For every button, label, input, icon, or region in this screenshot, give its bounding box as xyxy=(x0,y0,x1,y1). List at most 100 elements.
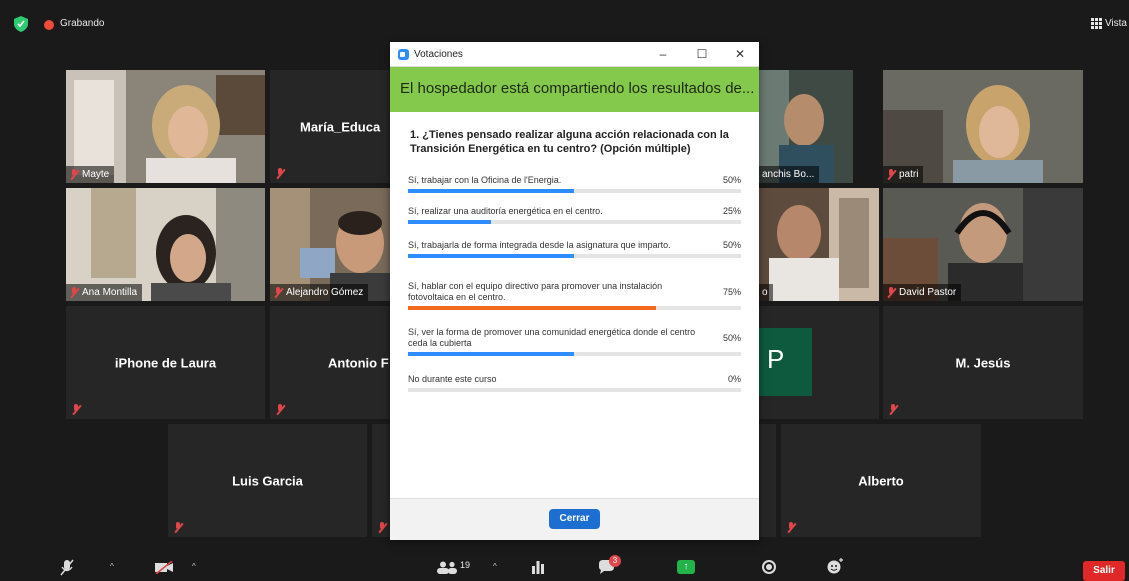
video-tile-luis[interactable]: Luis Garcia xyxy=(168,424,367,537)
minimize-icon[interactable]: – xyxy=(652,45,674,63)
poll-option-percent: 75% xyxy=(722,287,741,297)
zoom-logo-icon xyxy=(398,49,409,60)
encryption-shield-icon[interactable] xyxy=(14,16,28,32)
participants-caret-icon[interactable]: ^ xyxy=(493,562,497,571)
poll-option: Sí, hablar con el equipo directivo para … xyxy=(408,281,741,310)
poll-question: 1. ¿Tienes pensado realizar alguna acció… xyxy=(410,129,729,155)
leave-meeting-button[interactable]: Salir xyxy=(1083,561,1125,581)
poll-option-percent: 0% xyxy=(727,374,741,384)
poll-option: No durante este curso 0% xyxy=(408,374,741,392)
poll-option: Sí, trabajar con la Oficina de l'Energia… xyxy=(408,175,741,193)
poll-option-text: Sí, trabajar con la Oficina de l'Energia… xyxy=(408,175,562,185)
mic-muted-icon xyxy=(173,522,183,533)
audio-options-caret-icon[interactable]: ^ xyxy=(110,562,114,571)
participants-icon[interactable] xyxy=(436,561,458,574)
poll-option-percent: 50% xyxy=(722,240,741,250)
video-tile-p[interactable]: P xyxy=(759,306,879,419)
poll-result-bar-track xyxy=(408,189,741,193)
participant-name-label: Mayte xyxy=(66,166,115,183)
poll-option-percent: 50% xyxy=(722,175,741,185)
poll-option-percent: 25% xyxy=(722,206,741,216)
close-poll-button[interactable]: Cerrar xyxy=(549,509,600,529)
poll-result-bar-fill xyxy=(408,220,491,224)
video-tile-antonio[interactable]: Antonio F xyxy=(270,306,390,419)
video-tile-sanchis[interactable]: anchis Bo... xyxy=(759,70,853,183)
recording-icon xyxy=(44,20,54,30)
chat-badge: 3 xyxy=(609,555,621,567)
mic-muted-icon xyxy=(275,404,285,415)
mic-muted-icon xyxy=(275,168,285,179)
participant-name-label: anchis Bo... xyxy=(759,166,820,183)
stop-video-icon[interactable] xyxy=(154,561,174,574)
poll-option-text: Sí, ver la forma de promover una comunid… xyxy=(408,327,696,348)
mic-muted-icon xyxy=(786,522,796,533)
mute-mic-icon[interactable] xyxy=(60,559,74,576)
poll-option-text: Sí, trabajarla de forma integrada desde … xyxy=(408,240,671,250)
poll-result-bar-fill xyxy=(408,189,574,193)
mic-muted-icon xyxy=(886,287,896,298)
participant-name-label: Alberto xyxy=(858,473,904,488)
poll-option: Sí, ver la forma de promover una comunid… xyxy=(408,327,741,356)
participant-name-label: Antonio F xyxy=(328,355,389,370)
record-icon[interactable] xyxy=(762,560,776,574)
participant-name-label: Ana Montilla xyxy=(66,284,143,301)
video-tile-alejandro[interactable]: Alejandro Gómez xyxy=(270,188,390,301)
video-tile-o[interactable]: o xyxy=(759,188,879,301)
video-tile-maria[interactable]: María_Educa xyxy=(270,70,390,183)
mic-muted-icon xyxy=(69,169,79,180)
close-icon[interactable]: ✕ xyxy=(729,45,751,63)
meeting-toolbar: ^ ^ 19 ^ 3 ↑ Salir xyxy=(0,555,1129,581)
video-tile-mayte[interactable]: Mayte xyxy=(66,70,265,183)
mic-muted-icon xyxy=(886,169,896,180)
participants-count: 19 xyxy=(460,560,471,570)
video-options-caret-icon[interactable]: ^ xyxy=(192,562,196,571)
participant-name-label: David Pastor xyxy=(883,284,962,301)
sharing-banner-text: El hospedador está compartiendo los resu… xyxy=(400,80,755,97)
participant-name-label: o xyxy=(759,284,773,301)
video-tile-david[interactable]: David Pastor xyxy=(883,188,1083,301)
video-tile-ana[interactable]: Ana Montilla xyxy=(66,188,265,301)
poll-option-percent: 50% xyxy=(722,333,741,343)
participant-name-label: María_Educa xyxy=(300,119,381,134)
sharing-banner: El hospedador está compartiendo los resu… xyxy=(390,67,759,112)
participant-name-label: M. Jesús xyxy=(955,355,1011,370)
poll-option-text: Sí, realizar una auditoría energética en… xyxy=(408,206,603,216)
participant-name-label: Alejandro Gómez xyxy=(270,284,369,301)
poll-result-bar-fill xyxy=(408,254,574,258)
view-button[interactable]: Vista xyxy=(1090,18,1127,29)
video-tile-patri[interactable]: patri xyxy=(883,70,1083,183)
reactions-icon[interactable] xyxy=(826,557,844,575)
poll-result-bar-track xyxy=(408,388,741,392)
video-tile-m-jesus[interactable]: M. Jesús xyxy=(883,306,1083,419)
poll-option-text: Sí, hablar con el equipo directivo para … xyxy=(408,281,663,302)
video-tile-hidden-right[interactable] xyxy=(759,424,776,537)
grid-view-icon xyxy=(1090,18,1102,29)
poll-footer: Cerrar xyxy=(390,498,759,540)
mic-muted-icon xyxy=(71,404,81,415)
poll-option: Sí, trabajarla de forma integrada desde … xyxy=(408,240,741,258)
maximize-icon[interactable]: ☐ xyxy=(691,45,713,63)
mic-muted-icon xyxy=(888,404,898,415)
poll-option-text: No durante este curso xyxy=(408,374,497,384)
share-screen-icon[interactable]: ↑ xyxy=(677,560,695,574)
avatar-initial: P xyxy=(767,344,785,374)
recording-label: Grabando xyxy=(60,18,105,29)
poll-title-bar: Votaciones – ☐ ✕ xyxy=(390,42,759,67)
participant-name-label: iPhone de Laura xyxy=(114,355,217,370)
participant-name-label: patri xyxy=(883,166,924,183)
poll-result-bar-track xyxy=(408,306,741,310)
poll-window: Votaciones – ☐ ✕ El hospedador está comp… xyxy=(390,42,759,540)
view-label: Vista xyxy=(1104,18,1127,29)
poll-result-bar-track xyxy=(408,220,741,224)
video-tile-iphone-laura[interactable]: iPhone de Laura xyxy=(66,306,265,419)
video-tile-hidden[interactable] xyxy=(372,424,390,537)
poll-result-bar-fill xyxy=(408,306,657,310)
video-tile-alberto[interactable]: Alberto xyxy=(781,424,981,537)
mic-muted-icon xyxy=(69,287,79,298)
poll-window-title: Votaciones xyxy=(414,49,463,60)
poll-result-bar-track xyxy=(408,352,741,356)
poll-option: Sí, realizar una auditoría energética en… xyxy=(408,206,741,224)
polls-icon[interactable] xyxy=(531,560,545,574)
video-feed-o xyxy=(759,188,879,301)
mic-muted-icon xyxy=(273,287,283,298)
